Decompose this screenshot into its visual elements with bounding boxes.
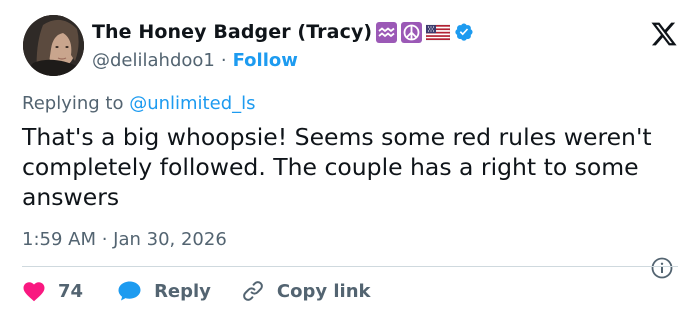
like-button[interactable]: 74 [22,280,83,302]
peace-emoji-icon [401,21,423,43]
author-name-row: The Honey Badger (Tracy) [92,19,474,45]
tweet-timestamp[interactable]: 1:59 AM · Jan 30, 2026 [22,229,227,250]
handle-separator: · [220,49,227,71]
link-icon [243,281,263,301]
speech-bubble-icon [118,281,141,301]
avatar[interactable] [23,15,84,76]
verified-badge-icon [455,23,473,41]
reply-label: Reply [154,280,211,302]
us-flag-emoji-icon [426,24,451,40]
copy-link-button[interactable]: Copy link [241,279,371,303]
actions-divider [22,266,678,267]
replying-to-label: Replying to [22,93,130,114]
heart-icon [23,282,45,302]
tweet-text: That's a big whoopsie! Seems some red ru… [22,123,652,211]
author-handle[interactable]: @delilahdoo1 [92,50,215,71]
aquarius-emoji-icon [376,21,398,43]
reply-button[interactable]: Reply [117,280,211,302]
x-logo-icon[interactable] [649,20,679,48]
avatar-photo [23,15,84,76]
author-display-name[interactable]: The Honey Badger (Tracy) [92,21,372,43]
like-count: 74 [58,280,84,302]
follow-button[interactable]: Follow [233,50,298,71]
replying-to-line: Replying to @unlimited_ls [22,93,256,114]
reply-mention-link[interactable]: @unlimited_ls [129,93,255,114]
author-handle-row: @delilahdoo1 · Follow [92,48,298,72]
copy-link-label: Copy link [276,280,371,302]
tweet-actions-bar: 74 Reply Copy link [22,278,371,304]
info-icon[interactable] [650,256,674,280]
